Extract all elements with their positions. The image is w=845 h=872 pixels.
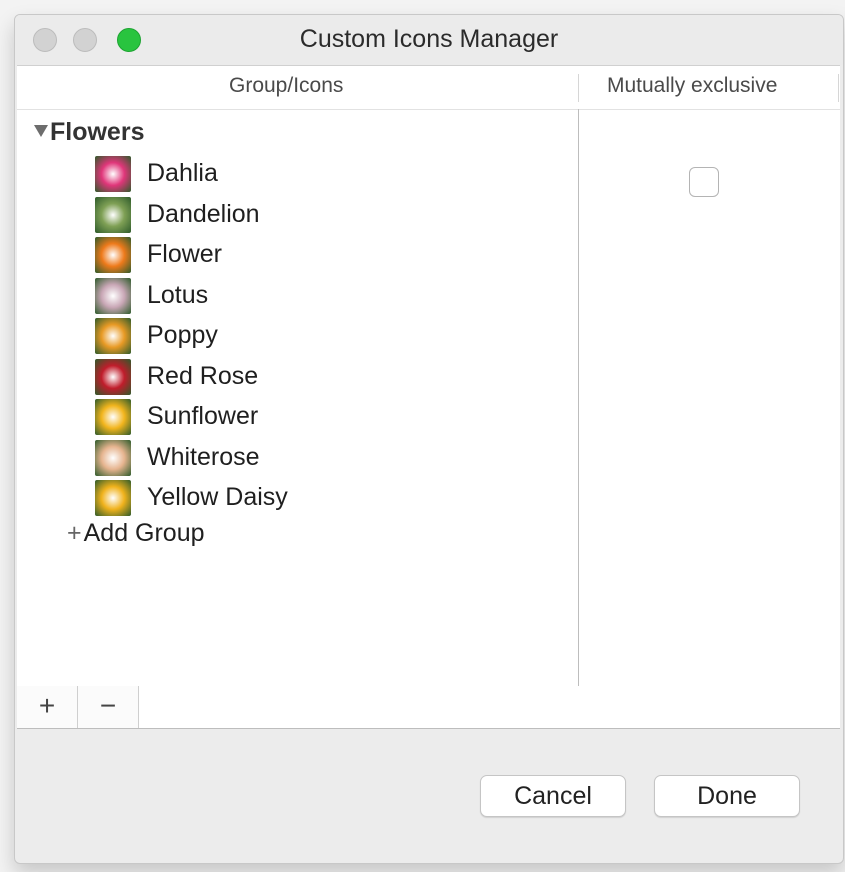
add-button[interactable]: + bbox=[17, 686, 78, 728]
icon-label: Whiterose bbox=[147, 442, 260, 471]
flower-icon bbox=[95, 237, 131, 273]
plus-icon: + bbox=[67, 519, 82, 547]
lotus-icon bbox=[95, 277, 131, 314]
cancel-button[interactable]: Cancel bbox=[480, 775, 626, 817]
icon-label: Red Rose bbox=[147, 361, 259, 390]
poppy-icon bbox=[95, 318, 131, 354]
icon-label: Dandelion bbox=[147, 199, 260, 228]
yellow-daisy-icon bbox=[95, 480, 131, 516]
disclosure-triangle-icon[interactable] bbox=[34, 125, 48, 137]
dahlia-icon bbox=[95, 156, 131, 192]
sunflower-icon bbox=[95, 399, 131, 435]
column-divider bbox=[578, 109, 579, 686]
add-group-label: Add Group bbox=[83, 519, 205, 547]
group-row-flowers[interactable]: Flowers bbox=[34, 118, 144, 152]
icons-table: Group/Icons Mutually exclusive Flowers D… bbox=[17, 65, 840, 687]
add-group-button[interactable]: +Add Group bbox=[67, 519, 205, 548]
window-title: Custom Icons Manager bbox=[299, 25, 559, 53]
mutually-exclusive-checkbox[interactable] bbox=[689, 167, 719, 197]
icon-label: Dahlia bbox=[147, 159, 218, 187]
header-divider bbox=[838, 74, 839, 102]
group-name: Flowers bbox=[50, 118, 145, 146]
column-header-mutually-exclusive[interactable]: Mutually exclusive bbox=[607, 74, 777, 98]
icon-label: Flower bbox=[147, 240, 223, 268]
remove-button[interactable]: − bbox=[78, 686, 139, 728]
table-toolbar: + − bbox=[17, 686, 840, 729]
whiterose-icon bbox=[95, 439, 131, 476]
header-divider bbox=[578, 74, 579, 102]
dandelion-icon bbox=[95, 196, 131, 233]
icon-label: Poppy bbox=[147, 321, 218, 349]
icon-label: Yellow Daisy bbox=[147, 483, 288, 511]
icon-label: Lotus bbox=[147, 280, 209, 309]
title-bar: Custom Icons Manager bbox=[15, 15, 843, 65]
column-header-group-icons[interactable]: Group/Icons bbox=[229, 74, 343, 98]
custom-icons-manager-window: Custom Icons Manager Group/Icons Mutuall… bbox=[14, 14, 844, 864]
table-header: Group/Icons Mutually exclusive bbox=[17, 66, 840, 110]
done-button[interactable]: Done bbox=[654, 775, 800, 817]
red-rose-icon bbox=[95, 358, 131, 395]
icon-label: Sunflower bbox=[147, 402, 259, 430]
